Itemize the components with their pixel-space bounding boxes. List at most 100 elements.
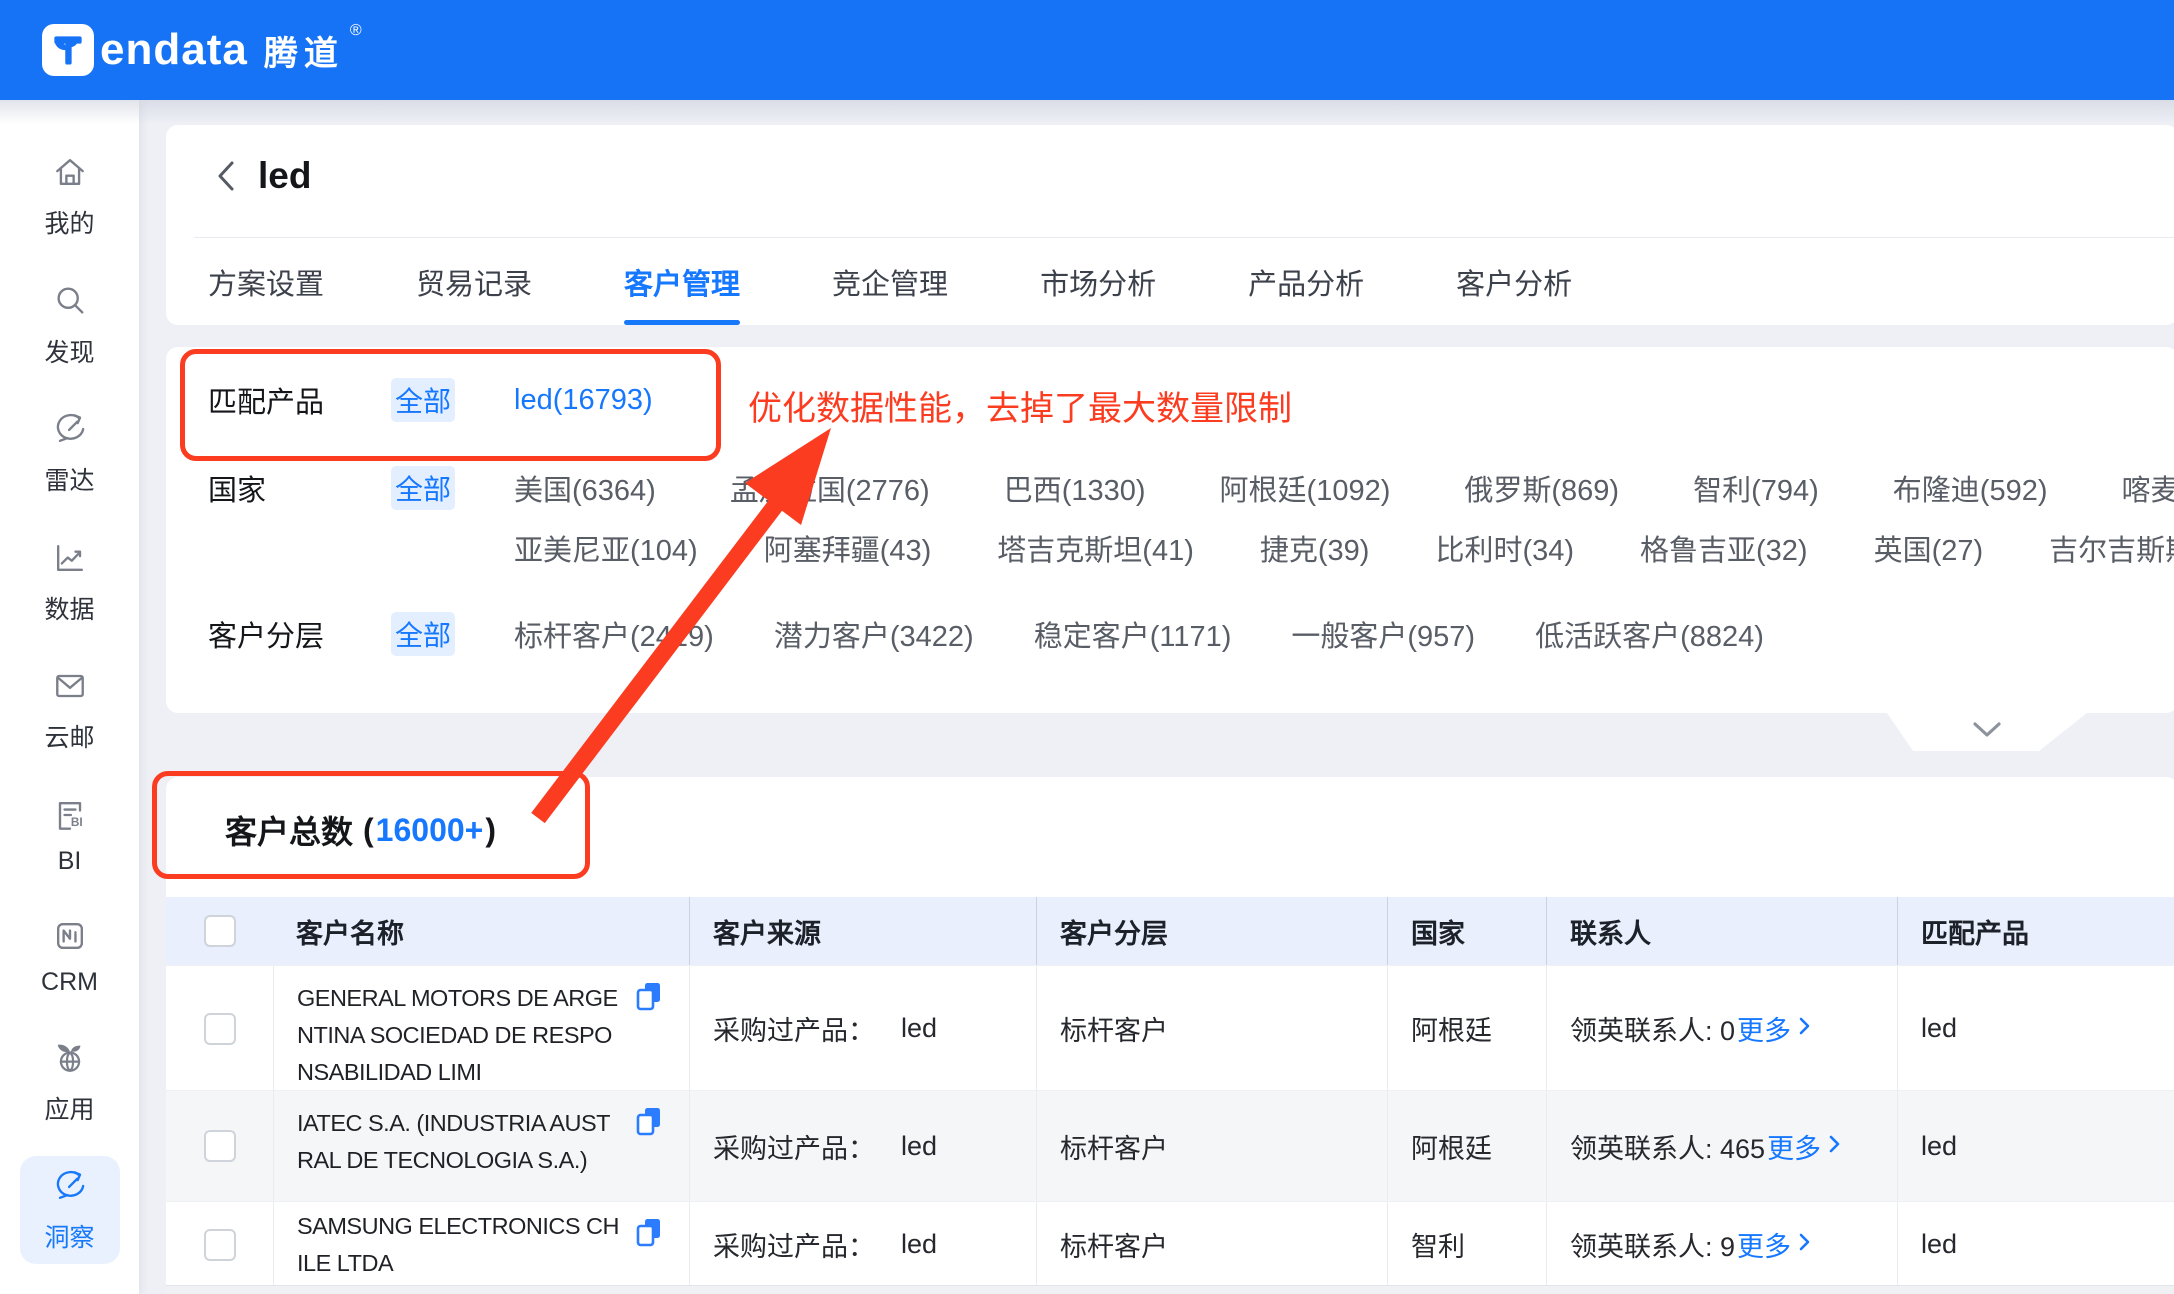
select-all-checkbox[interactable] <box>204 915 236 947</box>
page-title: led <box>258 155 311 197</box>
filter-option-country[interactable]: 布隆迪(592) <box>1893 467 2048 509</box>
customer-name[interactable]: IATEC S.A. (INDUSTRIA AUSTRAL DE TECNOLO… <box>297 1105 623 1179</box>
filter-option-country[interactable]: 智利(794) <box>1693 467 1819 509</box>
filter-option-product[interactable]: led(16793) <box>514 384 653 417</box>
filter-row-country: 国家 全部 美国(6364) 孟加拉国(2776) 巴西(1330) 阿根廷(1… <box>166 465 2174 511</box>
sidebar-item-cloudmail[interactable]: 云邮 <box>20 656 120 764</box>
paren-close: ) <box>485 812 496 849</box>
filter-row-tier: 客户分层 全部 标杆客户(2419) 潜力客户(3422) 稳定客户(1171)… <box>166 611 2174 657</box>
filter-option-country[interactable]: 塔吉克斯坦(41) <box>997 527 1194 569</box>
sidebar-item-label: CRM <box>41 968 98 997</box>
plan-header-card: led 方案设置 贸易记录 客户管理 竞企管理 市场分析 产品分析 客户分析 <box>166 125 2174 325</box>
filter-option-tier[interactable]: 潜力客户(3422) <box>774 613 974 655</box>
filter-label-country: 国家 <box>208 467 348 509</box>
sidebar-item-data[interactable]: 数据 <box>20 528 120 636</box>
customer-tier-cell: 标杆客户 <box>1036 1202 1387 1287</box>
source-label: 采购过产品： <box>713 1009 875 1048</box>
mail-icon <box>50 666 90 711</box>
matched-product-cell: led <box>1897 966 2174 1091</box>
filter-option-tier[interactable]: 标杆客户(2419) <box>514 613 714 655</box>
filter-tier-all-chip[interactable]: 全部 <box>391 612 455 656</box>
table-row[interactable]: GENERAL MOTORS DE ARGENTINA SOCIEDAD DE … <box>166 965 2174 1090</box>
row-checkbox[interactable] <box>204 1130 236 1162</box>
contacts-count: 领英联系人: 9 <box>1570 1225 1735 1264</box>
apps-globe-icon <box>50 1038 90 1083</box>
sidebar-item-label: 数据 <box>44 590 94 626</box>
horizontal-scrollbar[interactable] <box>166 1285 2174 1294</box>
matched-product-cell: led <box>1897 1091 2174 1201</box>
tendata-logo[interactable]: endata 腾道 ® <box>42 0 362 100</box>
more-link[interactable]: 更多 <box>1737 1009 1811 1048</box>
customer-name-cell: GENERAL MOTORS DE ARGENTINA SOCIEDAD DE … <box>273 966 689 1091</box>
filter-option-country[interactable]: 阿塞拜疆(43) <box>764 527 932 569</box>
filter-option-country[interactable]: 吉尔吉斯斯 <box>2049 527 2174 569</box>
col-header-matched-product: 匹配产品 <box>1897 897 2174 965</box>
filter-option-country[interactable]: 孟加拉国(2776) <box>730 467 930 509</box>
filter-option-country[interactable]: 阿根廷(1092) <box>1220 467 1391 509</box>
col-header-customer-name: 客户名称 <box>273 897 689 965</box>
table-row[interactable]: SAMSUNG ELECTRONICS CHILE LTDA 采购过产品： le… <box>166 1201 2174 1287</box>
tab-customer-management[interactable]: 客户管理 <box>624 238 740 325</box>
sidebar-item-label: 我的 <box>44 204 94 240</box>
sidebar-item-my[interactable]: 我的 <box>20 142 120 250</box>
customer-total-label: 客户总数 <box>225 807 353 853</box>
back-icon[interactable] <box>214 157 238 195</box>
filter-option-country[interactable]: 美国(6364) <box>514 467 656 509</box>
radar-icon <box>50 409 90 454</box>
customer-source-cell: 采购过产品： led <box>689 1091 1036 1201</box>
customer-name[interactable]: SAMSUNG ELECTRONICS CHILE LTDA <box>297 1208 623 1282</box>
more-link[interactable]: 更多 <box>1767 1127 1841 1166</box>
filter-option-tier[interactable]: 一般客户(957) <box>1291 613 1475 655</box>
matched-product-cell: led <box>1897 1202 2174 1287</box>
filter-option-tier[interactable]: 低活跃客户(8824) <box>1535 613 1764 655</box>
filter-option-country[interactable]: 亚美尼亚(104) <box>514 527 698 569</box>
filter-option-country[interactable]: 俄罗斯(869) <box>1464 467 1619 509</box>
filter-row-country-line2: 亚美尼亚(104) 阿塞拜疆(43) 塔吉克斯坦(41) 捷克(39) 比利时(… <box>166 525 2174 571</box>
sidebar-item-insight[interactable]: 洞察 <box>20 1156 120 1264</box>
row-checkbox[interactable] <box>204 1013 236 1045</box>
filter-option-country[interactable]: 英国(27) <box>1874 527 1984 569</box>
filter-product-all-chip[interactable]: 全部 <box>391 378 455 422</box>
col-header-customer-source: 客户来源 <box>689 897 1036 965</box>
filter-option-tier[interactable]: 稳定客户(1171) <box>1034 613 1232 655</box>
sidebar-item-label: 雷达 <box>44 461 94 497</box>
customer-tier-cell: 标杆客户 <box>1036 1091 1387 1201</box>
tab-customer-analysis[interactable]: 客户分析 <box>1456 238 1572 325</box>
filter-option-country[interactable]: 格鲁吉亚(32) <box>1640 527 1808 569</box>
col-header-country: 国家 <box>1387 897 1546 965</box>
filter-option-country[interactable]: 巴西(1330) <box>1004 467 1146 509</box>
tab-market-analysis[interactable]: 市场分析 <box>1040 238 1156 325</box>
more-link[interactable]: 更多 <box>1737 1225 1811 1264</box>
paren-open: ( <box>363 812 374 849</box>
tab-competitor-management[interactable]: 竞企管理 <box>832 238 948 325</box>
sidebar-item-radar[interactable]: 雷达 <box>20 399 120 507</box>
filter-country-all-chip[interactable]: 全部 <box>391 466 455 510</box>
source-label: 采购过产品： <box>713 1225 875 1264</box>
customer-tier-cell: 标杆客户 <box>1036 966 1387 1091</box>
row-checkbox[interactable] <box>204 1229 236 1261</box>
table-row[interactable]: IATEC S.A. (INDUSTRIA AUSTRAL DE TECNOLO… <box>166 1090 2174 1201</box>
copy-icon[interactable] <box>635 980 663 1023</box>
copy-icon[interactable] <box>635 1105 663 1148</box>
sidebar-item-apps[interactable]: 应用 <box>20 1028 120 1136</box>
contacts-count: 领英联系人: 465 <box>1570 1127 1765 1166</box>
insight-radar-icon <box>50 1166 90 1211</box>
sidebar-item-bi[interactable]: BI BI <box>20 785 120 886</box>
filter-expand-handle[interactable] <box>1887 713 2087 751</box>
sidebar-item-crm[interactable]: CRM <box>20 906 120 1007</box>
copy-icon[interactable] <box>635 1216 663 1259</box>
tab-trade-records[interactable]: 贸易记录 <box>416 238 532 325</box>
tab-plan-settings[interactable]: 方案设置 <box>208 238 324 325</box>
customer-name[interactable]: GENERAL MOTORS DE ARGENTINA SOCIEDAD DE … <box>297 980 623 1091</box>
col-header-contacts: 联系人 <box>1546 897 1897 965</box>
crm-book-icon <box>50 916 90 961</box>
sidebar-item-label: BI <box>58 847 82 876</box>
filter-option-country[interactable]: 捷克(39) <box>1260 527 1370 569</box>
tab-product-analysis[interactable]: 产品分析 <box>1248 238 1364 325</box>
sidebar-item-discover[interactable]: 发现 <box>20 271 120 379</box>
source-value: led <box>901 1229 937 1260</box>
chevron-right-icon <box>1828 1131 1841 1162</box>
filter-option-country[interactable]: 比利时(34) <box>1435 527 1574 569</box>
country-cell: 阿根廷 <box>1387 966 1546 1091</box>
filter-option-country[interactable]: 喀麦隆(53 <box>2121 467 2174 509</box>
